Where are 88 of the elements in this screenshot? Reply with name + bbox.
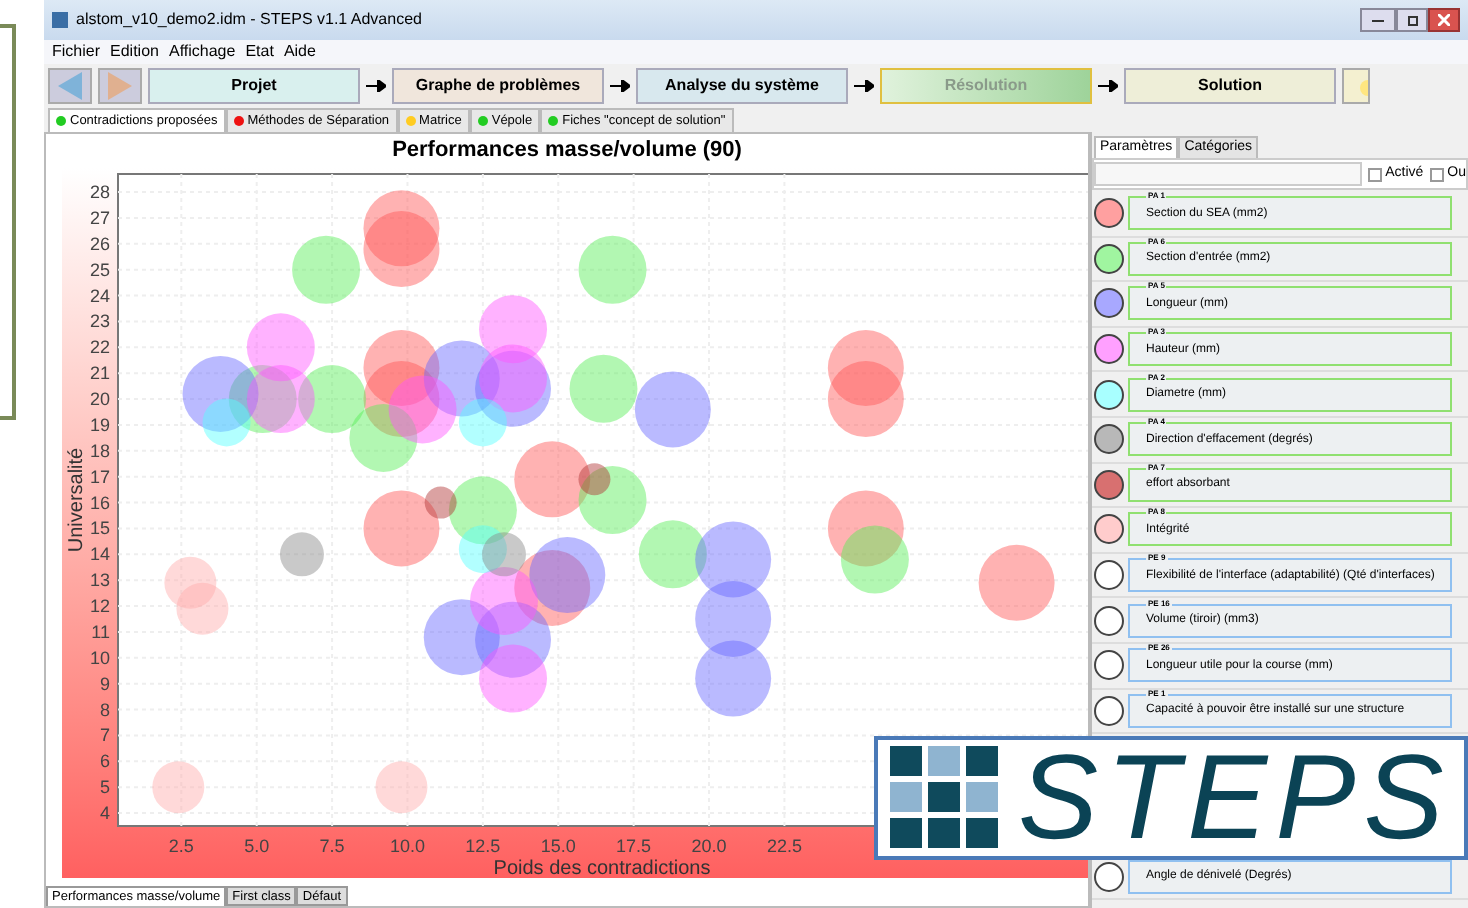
y-tick-label: 7: [99, 725, 110, 746]
back-button[interactable]: [48, 68, 92, 104]
x-axis-title: Poids des contradictions: [493, 858, 711, 878]
y-tick-label: 14: [89, 544, 110, 565]
y-tick-label: 28: [89, 182, 110, 203]
x-tick-label: 15.0: [540, 836, 576, 856]
y-tick-label: 15: [89, 518, 110, 539]
x-tick-label: 20.0: [691, 836, 727, 856]
data-bubble: [164, 556, 217, 609]
data-bubble: [529, 537, 606, 614]
y-tick-label: 13: [89, 570, 110, 591]
data-bubble: [423, 599, 500, 676]
window-title: alstom_v10_demo2.idm - STEPS v1.1 Advanced: [76, 8, 422, 32]
logo-text: STEPS: [1018, 738, 1452, 858]
y-tick-label: 12: [89, 596, 110, 617]
data-bubble: [176, 582, 229, 635]
data-bubble: [363, 211, 440, 288]
y-axis-title: Universalité: [66, 447, 88, 553]
data-bubble: [279, 532, 324, 577]
menu-item[interactable]: Fichier: [52, 40, 101, 64]
data-bubble: [638, 520, 707, 589]
y-tick-label: 17: [89, 466, 110, 487]
y-tick-label: 6: [99, 751, 110, 772]
y-tick-label: 26: [89, 233, 110, 254]
workflow-step[interactable]: Projet: [148, 68, 360, 104]
y-tick-label: 10: [89, 647, 110, 668]
grid-squares-icon: [890, 746, 1002, 850]
close-button[interactable]: [1428, 8, 1460, 32]
data-bubble: [840, 525, 909, 594]
app-icon: [52, 12, 68, 28]
workflow-step[interactable]: Graphe de problèmes: [392, 68, 604, 104]
y-tick-label: 9: [99, 673, 110, 694]
y-tick-label: 4: [99, 803, 110, 824]
y-tick-label: 5: [99, 777, 110, 798]
y-tick-label: 8: [99, 699, 110, 720]
data-bubble: [246, 365, 315, 434]
checkbox[interactable]: [1367, 167, 1382, 181]
menu-item[interactable]: Edition: [110, 40, 159, 64]
y-tick-label: 24: [89, 285, 110, 306]
y-tick-label: 19: [89, 414, 110, 435]
y-tick-label: 22: [89, 337, 110, 358]
y-tick-label: 21: [89, 363, 110, 384]
x-tick-label: 17.5: [616, 836, 652, 856]
x-tick-label: 2.5: [168, 836, 194, 856]
y-tick-label: 25: [89, 259, 110, 280]
chart-title: Performances masse/volume (90): [390, 136, 744, 166]
data-bubble: [292, 235, 361, 304]
flow-arrow-icon: [610, 80, 630, 92]
y-tick-label: 18: [89, 440, 110, 461]
data-bubble: [695, 640, 772, 717]
data-bubble: [569, 354, 638, 423]
x-tick-label: 12.5: [465, 836, 501, 856]
data-bubble: [349, 403, 418, 472]
x-tick-label: 5.0: [244, 836, 270, 856]
data-bubble: [152, 761, 205, 814]
maximize-button[interactable]: [1396, 8, 1428, 32]
y-tick-label: 23: [89, 311, 110, 332]
workflow-step[interactable]: Analyse du système: [636, 68, 848, 104]
y-tick-label: 11: [91, 621, 110, 642]
x-tick-label: 22.5: [766, 836, 802, 856]
forward-button[interactable]: [98, 68, 142, 104]
data-bubble: [578, 235, 647, 304]
data-bubble: [634, 371, 711, 448]
checkbox[interactable]: [1429, 167, 1444, 181]
flow-arrow-icon: [854, 80, 874, 92]
menu-item[interactable]: Aide: [283, 40, 316, 64]
x-tick-label: 7.5: [319, 836, 345, 856]
right-arrow-icon: [108, 72, 132, 100]
x-tick-label: 10.0: [389, 836, 425, 856]
lightbulb-button[interactable]: [1342, 68, 1370, 104]
menu-item[interactable]: Affichage: [168, 40, 236, 64]
left-arrow-icon: [58, 72, 82, 100]
menu-item[interactable]: Etat: [245, 40, 274, 64]
workflow-step[interactable]: Solution: [1124, 68, 1336, 104]
y-tick-label: 16: [89, 492, 110, 513]
data-bubble: [827, 361, 904, 438]
data-bubble: [388, 375, 457, 444]
data-bubble: [978, 544, 1055, 621]
data-bubble: [375, 761, 428, 814]
flow-arrow-icon: [1098, 80, 1118, 92]
close-icon: [1438, 14, 1450, 26]
minimize-button[interactable]: [1360, 8, 1396, 32]
flow-arrow-icon: [366, 80, 386, 92]
search-field[interactable]: [1094, 162, 1362, 186]
data-bubble: [479, 644, 548, 713]
y-tick-label: 20: [89, 389, 110, 410]
data-bubble: [479, 344, 548, 413]
y-tick-label: 27: [89, 208, 110, 228]
